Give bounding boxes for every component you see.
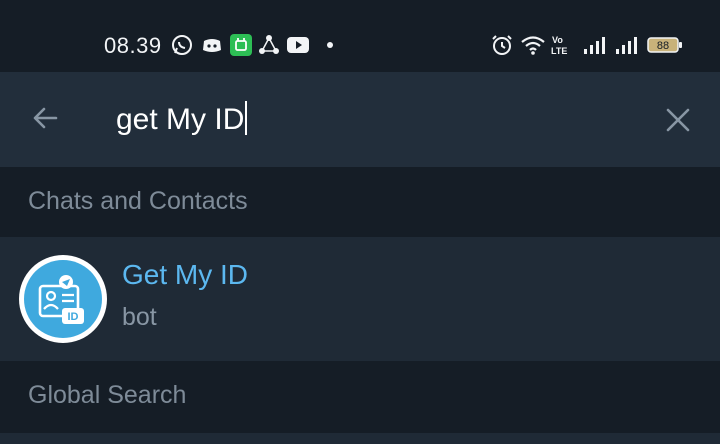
alarm-icon — [492, 35, 512, 55]
close-icon[interactable] — [662, 104, 694, 136]
battery-level: 88 — [657, 40, 669, 52]
svg-text:LTE: LTE — [551, 46, 567, 56]
section-title: Global Search — [28, 381, 187, 409]
avatar-badge: ID — [68, 311, 79, 323]
section-title: Chats and Contacts — [28, 187, 248, 215]
signal-icon — [584, 37, 605, 54]
wifi-icon — [521, 36, 545, 55]
wechat-icon — [230, 34, 252, 56]
result-name: Get My ID — [122, 259, 249, 290]
search-input[interactable]: get My ID — [116, 98, 248, 142]
id-card-icon: ID — [38, 275, 84, 324]
signal-icon — [616, 37, 637, 54]
whatsapp-icon — [172, 35, 192, 55]
svg-text:Vo: Vo — [552, 35, 563, 45]
section-header-chats: Chats and Contacts — [0, 167, 720, 237]
avatar: ID — [19, 255, 107, 343]
list-item[interactable]: ID Get My ID bot — [0, 237, 720, 361]
text-caret — [245, 101, 248, 135]
search-query[interactable]: get My ID — [116, 103, 244, 136]
volte-icon: Vo LTE — [551, 35, 567, 56]
section-header-global: Global Search — [0, 361, 720, 431]
share-icon — [259, 35, 279, 54]
battery-icon: 88 — [647, 37, 682, 53]
result-subtitle: bot — [122, 303, 157, 331]
status-time: 08.39 — [104, 33, 162, 58]
status-bar: 08.39 Vo LTE 88 — [0, 0, 720, 72]
search-bar: get My ID — [0, 72, 720, 167]
list-item-partial — [0, 433, 720, 444]
discord-icon — [203, 39, 221, 52]
dot-icon — [327, 42, 333, 48]
youtube-icon — [287, 37, 309, 53]
arrow-left-icon[interactable] — [26, 98, 66, 138]
